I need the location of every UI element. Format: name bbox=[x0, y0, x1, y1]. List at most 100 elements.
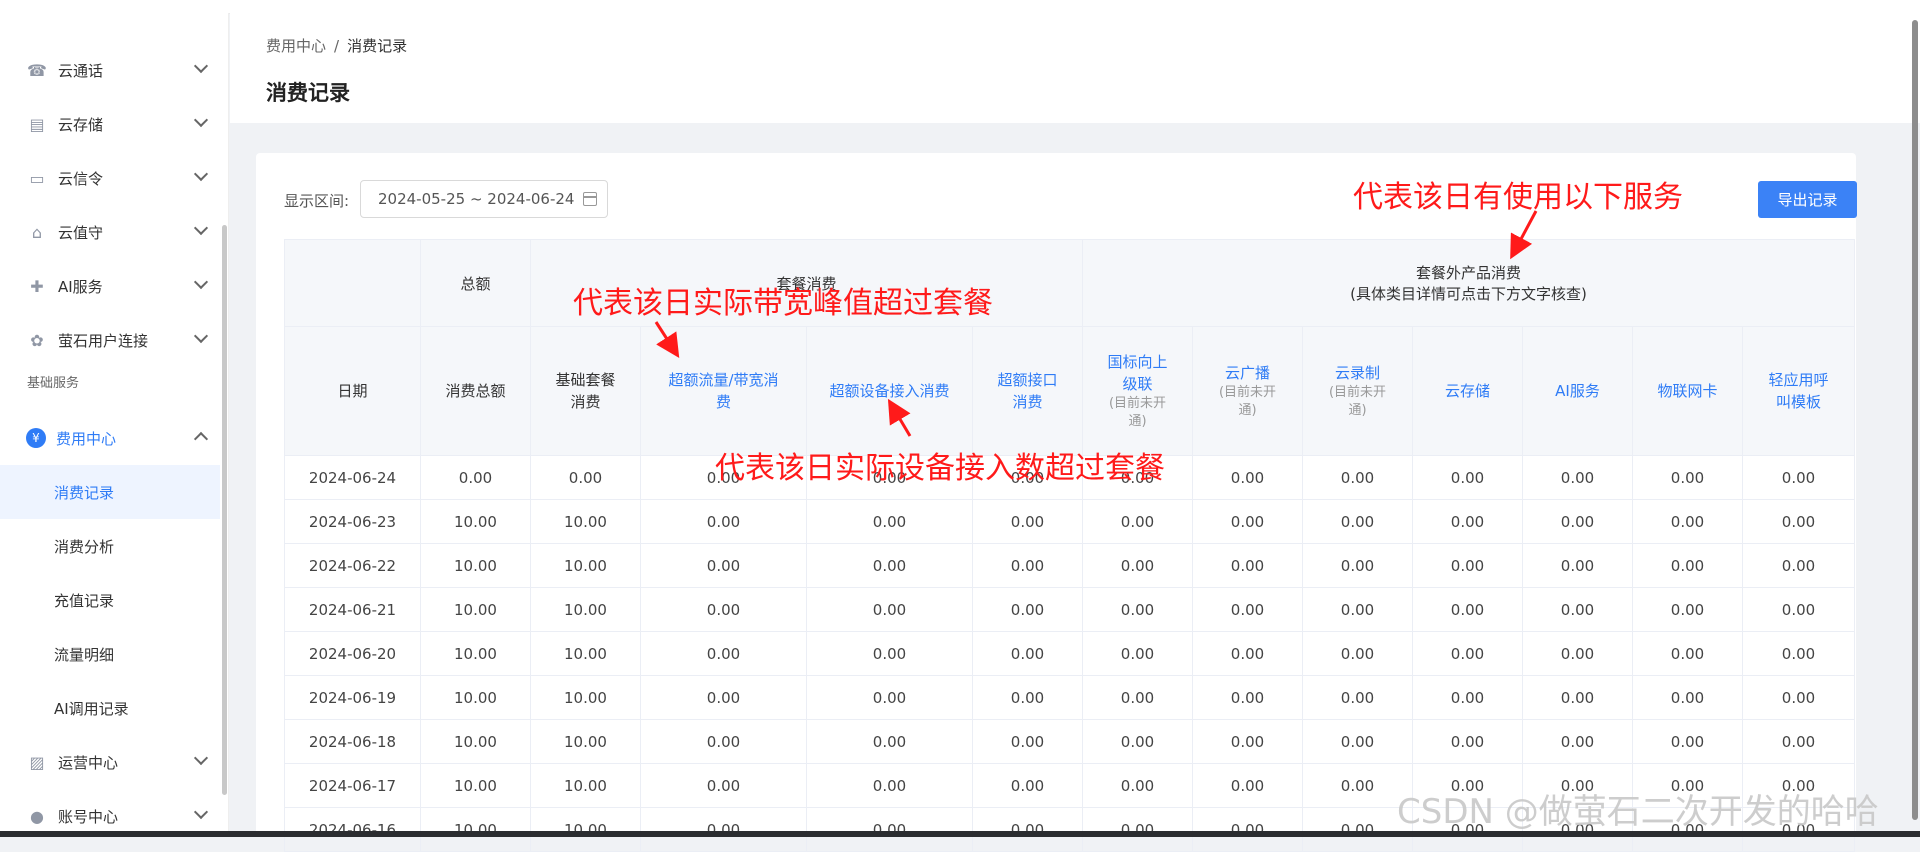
cell-amount: 10.00 bbox=[420, 675, 531, 720]
cell-amount: 0.00 bbox=[972, 719, 1083, 764]
consumption-table: 总额 套餐消费 套餐外产品消费 (具体类目详情可点击下方文字核查) 日期 消费总… bbox=[284, 239, 1855, 852]
table-row: 2024-06-20 10.00 10.00 0.00 0.00 0.00 0.00 0.00… bbox=[284, 631, 1855, 676]
sidebar-item-label: 云通话 bbox=[58, 61, 104, 80]
cell-amount: 0.00 bbox=[806, 763, 973, 808]
cell-amount: 0.00 bbox=[1632, 587, 1743, 632]
sidebar-item-account[interactable]: ● 账号中心 bbox=[0, 789, 220, 837]
cell-amount: 0.00 bbox=[1192, 763, 1303, 808]
cell-amount: 0.00 bbox=[1632, 543, 1743, 588]
date-range-picker[interactable]: 2024-05-25 ~ 2024-06-24 bbox=[360, 180, 608, 218]
sidebar-item-cloud-signal[interactable]: ▭ 云信令 bbox=[0, 151, 220, 205]
sidebar-item-user-connect[interactable]: ✿ 萤石用户连接 bbox=[0, 313, 220, 367]
cell-amount: 0.00 bbox=[1412, 675, 1523, 720]
breadcrumb-separator: / bbox=[334, 37, 340, 55]
breadcrumb-parent[interactable]: 费用中心 bbox=[266, 37, 326, 55]
cell-amount: 10.00 bbox=[530, 631, 641, 676]
sidebar-item-ai-service[interactable]: ✚ AI服务 bbox=[0, 259, 220, 313]
page-header: 费用中心 / 消费记录 消费记录 bbox=[230, 13, 1920, 123]
cell-amount: 0.00 bbox=[1632, 675, 1743, 720]
header-extra-group: 套餐外产品消费 (具体类目详情可点击下方文字核查) bbox=[1082, 239, 1855, 327]
col-base: 基础套餐消费 bbox=[530, 326, 641, 456]
connect-icon: ✿ bbox=[30, 330, 44, 350]
col-recording[interactable]: 云录制 (目前未开通) bbox=[1302, 326, 1413, 456]
col-recording-link[interactable]: 云录制 bbox=[1335, 364, 1380, 382]
cell-amount: 0.00 bbox=[806, 499, 973, 544]
cell-amount: 0.00 bbox=[1192, 675, 1303, 720]
cell-amount: 0.00 bbox=[1082, 631, 1193, 676]
cell-amount: 0.00 bbox=[640, 675, 807, 720]
cell-amount: 0.00 bbox=[1192, 499, 1303, 544]
table-row: 2024-06-18 10.00 10.00 0.00 0.00 0.00 0.00 0.00… bbox=[284, 719, 1855, 764]
cell-amount: 0.00 bbox=[1302, 543, 1413, 588]
cell-amount: 0.00 bbox=[1302, 455, 1413, 500]
sidebar-subitem-traffic[interactable]: 流量明细 bbox=[0, 627, 220, 681]
col-storage[interactable]: 云存储 bbox=[1412, 326, 1523, 456]
col-broadcast[interactable]: 云广播 (目前未开通) bbox=[1192, 326, 1303, 456]
sidebar-subitem-consumption[interactable]: 消费记录 bbox=[0, 465, 220, 519]
cell-date: 2024-06-23 bbox=[284, 499, 421, 544]
cell-amount: 10.00 bbox=[530, 807, 641, 852]
col-template-link[interactable]: 轻应用呼叫模板 bbox=[1767, 369, 1831, 413]
col-api-link[interactable]: 超额接口消费 bbox=[996, 369, 1060, 413]
chevron-down-icon bbox=[193, 166, 209, 182]
col-iot[interactable]: 物联网卡 bbox=[1632, 326, 1743, 456]
chevron-up-icon bbox=[193, 431, 209, 447]
sidebar-item-label: 运营中心 bbox=[58, 753, 119, 772]
cell-amount: 0.00 bbox=[1412, 499, 1523, 544]
cell-amount: 0.00 bbox=[640, 499, 807, 544]
cell-amount: 0.00 bbox=[806, 675, 973, 720]
sidebar-subitem-ai-calls[interactable]: AI调用记录 bbox=[0, 681, 220, 735]
cell-amount: 0.00 bbox=[972, 763, 1083, 808]
annotation-services: 代表该日有使用以下服务 bbox=[1353, 180, 1683, 215]
col-broadcast-link[interactable]: 云广播 bbox=[1225, 364, 1270, 382]
col-devices[interactable]: 超额设备接入消费 bbox=[806, 326, 973, 456]
col-api[interactable]: 超额接口消费 bbox=[972, 326, 1083, 456]
cell-amount: 0.00 bbox=[1742, 675, 1855, 720]
cell-amount: 10.00 bbox=[420, 587, 531, 632]
cell-amount: 0.00 bbox=[1522, 543, 1633, 588]
cell-amount: 0.00 bbox=[1632, 455, 1743, 500]
cell-date: 2024-06-17 bbox=[284, 763, 421, 808]
table-row: 2024-06-23 10.00 10.00 0.00 0.00 0.00 0.00 0.00… bbox=[284, 499, 1855, 544]
sidebar-item-cloud-watch[interactable]: ⌂ 云值守 bbox=[0, 205, 220, 259]
col-gb-link[interactable]: 国标向上级联 bbox=[1105, 351, 1171, 395]
sidebar-item-billing[interactable]: ¥ 费用中心 bbox=[0, 411, 220, 465]
window-scrollbar[interactable] bbox=[1912, 20, 1918, 820]
chevron-down-icon bbox=[193, 750, 209, 766]
col-gb-cascade[interactable]: 国标向上级联 (目前未开通) bbox=[1082, 326, 1193, 456]
cell-amount: 0.00 bbox=[1742, 587, 1855, 632]
sidebar-item-label: 费用中心 bbox=[56, 429, 117, 448]
chevron-down-icon bbox=[193, 58, 209, 74]
cell-amount: 0.00 bbox=[806, 807, 973, 852]
sidebar: ☎ 云通话 ▤ 云存储 ▭ 云信令 ⌂ 云值守 ✚ AI服务 ✿ 萤石用户连接 … bbox=[0, 13, 229, 837]
sidebar-item-label: 消费记录 bbox=[54, 483, 115, 502]
sidebar-subitem-analysis[interactable]: 消费分析 bbox=[0, 519, 220, 573]
cell-amount: 10.00 bbox=[420, 499, 531, 544]
col-template[interactable]: 轻应用呼叫模板 bbox=[1742, 326, 1855, 456]
cell-amount: 0.00 bbox=[806, 719, 973, 764]
col-storage-link[interactable]: 云存储 bbox=[1445, 382, 1490, 400]
cell-amount: 0.00 bbox=[1082, 763, 1193, 808]
col-ai[interactable]: AI服务 bbox=[1522, 326, 1633, 456]
cell-amount: 0.00 bbox=[1742, 543, 1855, 588]
cell-amount: 0.00 bbox=[1302, 499, 1413, 544]
sidebar-item-operations[interactable]: ▨ 运营中心 bbox=[0, 735, 220, 789]
col-bandwidth-link[interactable]: 超额流量/带宽消费 bbox=[662, 369, 786, 413]
col-bandwidth[interactable]: 超额流量/带宽消费 bbox=[640, 326, 807, 456]
sidebar-subitem-recharge[interactable]: 充值记录 bbox=[0, 573, 220, 627]
cell-amount: 0.00 bbox=[806, 543, 973, 588]
chevron-down-icon bbox=[193, 112, 209, 128]
cell-amount: 0.00 bbox=[806, 587, 973, 632]
cell-amount: 0.00 bbox=[1192, 543, 1303, 588]
sidebar-scrollbar[interactable] bbox=[222, 225, 227, 795]
col-iot-link[interactable]: 物联网卡 bbox=[1657, 382, 1717, 400]
header-total-group: 总额 bbox=[420, 239, 531, 327]
col-ai-link[interactable]: AI服务 bbox=[1555, 382, 1600, 400]
cell-amount: 10.00 bbox=[530, 499, 641, 544]
cell-amount: 0.00 bbox=[640, 543, 807, 588]
cell-amount: 0.00 bbox=[1302, 587, 1413, 632]
col-devices-link[interactable]: 超额设备接入消费 bbox=[829, 382, 949, 400]
export-button[interactable]: 导出记录 bbox=[1758, 181, 1857, 218]
sidebar-item-cloud-call[interactable]: ☎ 云通话 bbox=[0, 43, 220, 97]
sidebar-item-cloud-storage[interactable]: ▤ 云存储 bbox=[0, 97, 220, 151]
